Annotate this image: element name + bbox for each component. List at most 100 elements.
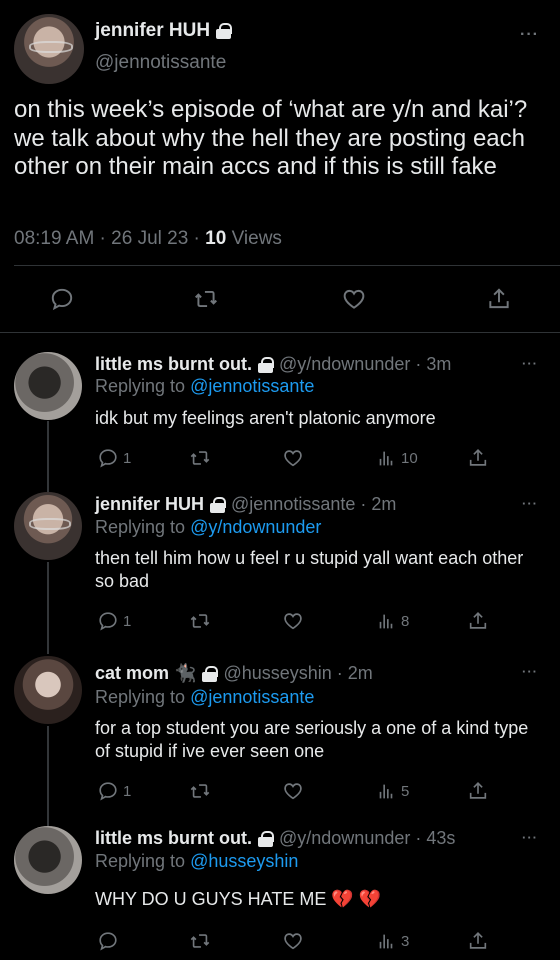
reply-header: cat mom 🐈‍⬛ @husseyshin · 2m [95,663,373,684]
mention-link[interactable]: @y/ndownunder [190,517,321,537]
reply-text: for a top student you are seriously a on… [95,718,529,761]
avatar[interactable] [14,352,82,420]
reply-actions: 1 10 [95,447,495,471]
author-handle-time[interactable]: @y/ndownunder · 3m [279,354,451,375]
retweet-icon [190,934,210,948]
like-icon [343,289,365,309]
retweet-button[interactable] [189,447,211,469]
tweet-meta: 08:19 AM · 26 Jul 23 · 10 Views [14,228,282,250]
avatar[interactable] [14,826,82,894]
share-icon [469,932,487,949]
views-count: 8 [401,612,410,630]
reply-icon [51,288,73,311]
reply-button[interactable] [97,930,123,952]
replying-to: Replying to @jennotissante [95,376,315,396]
views-button[interactable]: 5 [375,780,409,802]
share-button[interactable] [467,447,489,469]
author-handle-time[interactable]: @y/ndownunder · 43s [279,828,455,849]
like-button[interactable] [340,285,368,313]
author-name[interactable]: cat mom 🐈‍⬛ [95,663,196,684]
more-icon[interactable]: ··· [522,356,538,371]
author-name[interactable]: jennifer HUH [95,494,204,515]
reply-button[interactable]: 1 [97,447,131,469]
retweet-icon [190,784,210,798]
avatar[interactable] [14,492,82,560]
like-icon [284,450,302,467]
reply-button[interactable]: 1 [97,780,131,802]
mention-link[interactable]: @husseyshin [190,851,298,871]
reply-icon [99,932,117,951]
lock-icon [258,356,274,373]
more-icon[interactable]: ··· [522,664,538,679]
share-button[interactable] [467,780,489,802]
share-icon [489,288,509,309]
reply-button[interactable]: 1 [97,610,131,632]
thread-line [47,726,49,826]
mention-link[interactable]: @jennotissante [190,687,314,707]
replying-to: Replying to @y/ndownunder [95,517,322,537]
share-icon [469,449,487,466]
reply-icon [99,449,117,468]
thread-line [47,562,49,654]
views-count: 3 [401,932,410,950]
reply-header: little ms burnt out. @y/ndownunder · 43s [95,828,455,849]
avatar[interactable] [14,656,82,724]
like-button[interactable] [282,447,304,469]
author-handle-time[interactable]: @jennotissante · 2m [231,494,396,515]
author-handle-time[interactable]: @husseyshin · 2m [223,663,372,684]
reply-actions: 1 5 [95,780,495,804]
views-count: 5 [401,782,410,800]
views-icon [379,614,393,629]
views-icon [379,934,393,949]
views-button[interactable]: 8 [375,610,409,632]
views-count: 10 [401,449,418,467]
lock-icon [258,830,274,847]
like-button[interactable] [282,930,304,952]
reply-count: 1 [123,782,132,800]
share-icon [469,612,487,629]
reply-actions: 1 8 [95,610,495,634]
share-button[interactable] [485,285,513,313]
tweet-text: on this week’s episode of ‘what are y/n … [14,96,528,180]
like-icon [284,783,302,800]
like-button[interactable] [282,610,304,632]
reply-text: WHY DO U GUYS HATE ME 💔 💔 [95,889,382,909]
timestamp: 08:19 AM · 26 Jul 23 · [14,228,206,249]
retweet-button[interactable] [189,930,211,952]
retweet-icon [195,290,217,308]
author-handle[interactable]: @jennotissante [95,52,226,74]
more-icon[interactable]: ··· [520,26,539,44]
divider [0,332,560,333]
mention-link[interactable]: @jennotissante [190,376,314,396]
more-icon[interactable]: ··· [522,830,538,845]
share-button[interactable] [467,930,489,952]
retweet-button[interactable] [189,610,211,632]
reply-header: jennifer HUH @jennotissante · 2m [95,494,396,515]
reply-button[interactable] [48,285,76,313]
views-icon [379,451,393,466]
retweet-button[interactable] [192,285,220,313]
like-button[interactable] [282,780,304,802]
reply-count: 1 [123,612,132,630]
views-button[interactable]: 10 [375,447,418,469]
divider [14,265,560,266]
share-icon [469,782,487,799]
lock-icon [202,665,219,682]
author-name[interactable]: little ms burnt out. [95,354,252,375]
thread-line [47,421,49,492]
retweet-icon [190,614,210,628]
like-icon [284,613,302,630]
reply-header: little ms burnt out. @y/ndownunder · 3m [95,354,451,375]
replying-to: Replying to @jennotissante [95,687,315,707]
more-icon[interactable]: ··· [522,496,538,511]
avatar[interactable] [14,14,84,84]
share-button[interactable] [467,610,489,632]
lock-icon [210,496,227,513]
reply-icon [99,782,117,801]
reply-icon [99,612,117,631]
retweet-button[interactable] [189,780,211,802]
author-name[interactable]: jennifer HUH [95,20,233,42]
views-icon [379,784,393,799]
author-name[interactable]: little ms burnt out. [95,828,252,849]
views-button[interactable]: 3 [375,930,409,952]
